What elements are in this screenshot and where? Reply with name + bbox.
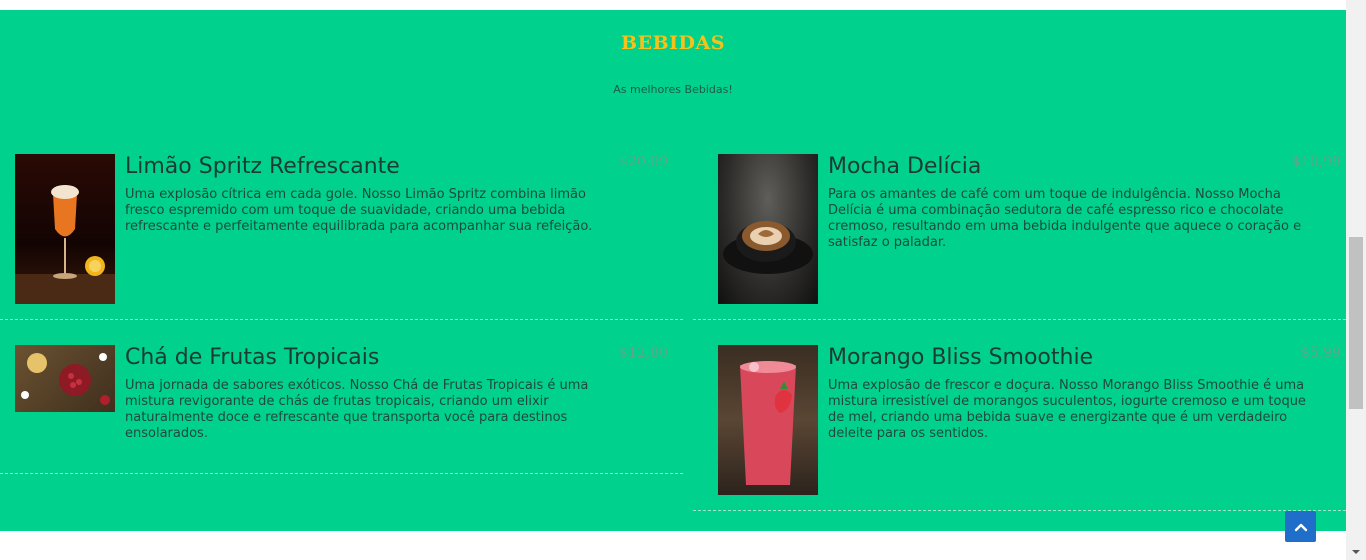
chevron-up-icon [1294,523,1307,531]
coffee-cup-image [718,154,818,304]
menu-item: Morango Bliss Smoothie $5,99 Uma explosã… [718,345,1341,497]
divider [0,473,683,474]
menu-item: Mocha Delícia $10,99 Para os amantes de … [718,154,1341,306]
item-description: Uma explosão cítrica em cada gole. Nosso… [125,187,593,234]
item-description: Uma jornada de sabores exóticos. Nosso C… [125,378,589,441]
item-name: Morango Bliss Smoothie [828,345,1094,370]
scroll-down-arrow-icon[interactable] [1351,548,1361,556]
vertical-scrollbar[interactable] [1346,0,1366,560]
divider [0,319,683,320]
strawberry-smoothie-image [718,345,818,495]
orange-spritz-drink-image [15,154,115,304]
item-price: $12,80 [619,345,668,361]
item-name: Mocha Delícia [828,154,982,179]
scrollbar-thumb[interactable] [1349,237,1363,409]
scroll-to-top-button[interactable] [1285,511,1316,542]
item-price: $10,99 [1292,154,1341,170]
item-name: Chá de Frutas Tropicais [125,345,380,370]
item-description: Para os amantes de café com um toque de … [828,187,1302,250]
section-subtitle: As melhores Bebidas! [613,83,733,96]
item-description: Uma explosão de frescor e doçura. Nosso … [828,378,1306,441]
item-price: $5,99 [1300,345,1341,361]
item-price: $20,09 [619,154,668,170]
item-name: Limão Spritz Refrescante [125,154,400,179]
menu-item: Limão Spritz Refrescante $20,09 Uma expl… [15,154,668,306]
fruit-tea-image [15,345,115,412]
divider [693,510,1346,511]
divider [693,319,1346,320]
drinks-section: BEBIDAS As melhores Bebidas! Limão Sprit… [0,10,1346,531]
section-title: BEBIDAS [621,32,725,54]
menu-item: Chá de Frutas Tropicais $12,80 Uma jorna… [15,345,668,455]
